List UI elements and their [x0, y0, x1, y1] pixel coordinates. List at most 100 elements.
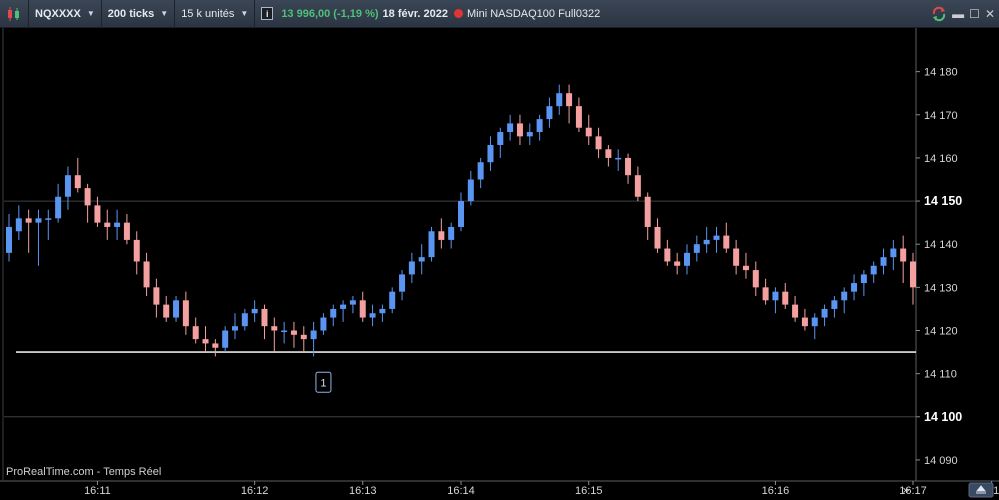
ticks-label: 200 ticks — [107, 7, 155, 20]
minimize-icon[interactable]: ▬ — [952, 7, 964, 21]
candle-body — [408, 261, 415, 275]
candle-body — [241, 313, 248, 327]
candle-body — [674, 261, 681, 266]
candle-body — [182, 300, 189, 327]
candle-body — [556, 93, 563, 107]
pattern-label: 1 — [315, 371, 332, 393]
candle-body — [114, 222, 121, 227]
time-tick-label: 16:12 — [241, 485, 269, 497]
candle-up — [428, 226, 435, 262]
candle-body — [202, 339, 209, 344]
scroll-right-icon[interactable]: » — [902, 483, 909, 497]
candle-body — [595, 136, 602, 150]
candle-body — [644, 196, 651, 227]
candle-body — [585, 127, 592, 137]
candle-body — [910, 261, 916, 288]
data-source-label: ProRealTime.com - Temps Réel — [6, 466, 162, 478]
ticks-selector[interactable]: 200 ticks ▼ — [102, 0, 176, 28]
candle-body — [860, 274, 867, 284]
candle-body — [654, 226, 661, 249]
candle-body — [310, 330, 317, 340]
chevron-down-icon: ▼ — [86, 9, 95, 18]
candle-body — [251, 308, 258, 314]
candle-body — [428, 231, 435, 258]
candle-body — [359, 300, 366, 318]
candle-body — [566, 93, 573, 107]
price-tick-label: 14 090 — [924, 455, 958, 467]
candle-body — [349, 300, 356, 305]
symbol-selector[interactable]: NQXXXX ▼ — [29, 0, 102, 28]
candle-body — [458, 201, 464, 227]
chevron-down-icon: ▼ — [240, 9, 249, 18]
candle-body — [192, 326, 199, 340]
candle-body — [320, 317, 327, 331]
candle-body — [173, 300, 180, 318]
candle-body — [232, 326, 238, 331]
candle-body — [25, 218, 32, 223]
candle-body — [792, 304, 799, 318]
scroll-up-icon[interactable] — [968, 482, 994, 498]
candle-body — [300, 334, 307, 340]
last-quote: 13 996,00 (-1,19 %) — [281, 7, 379, 20]
candle-body — [399, 274, 406, 292]
candle-body — [762, 287, 769, 301]
price-tick-label: 14 100 — [924, 410, 962, 424]
candle-body — [477, 162, 484, 180]
candle-body — [733, 248, 740, 266]
candle-body — [890, 248, 897, 258]
candle-body — [448, 226, 455, 240]
close-icon[interactable]: ✕ — [985, 7, 995, 21]
candle-body — [526, 132, 533, 137]
chart-background — [0, 28, 999, 500]
pattern-label-text: 1 — [320, 377, 326, 389]
price-tick-label: 14 150 — [924, 194, 962, 208]
candle-body — [438, 231, 445, 240]
candle-body — [575, 106, 582, 128]
candlestick-icon — [8, 6, 19, 21]
status-dot-icon — [454, 9, 463, 18]
candle-body — [831, 300, 838, 309]
symbol-label: NQXXXX — [35, 7, 81, 20]
candle-body — [487, 144, 494, 163]
time-tick-label: 16:14 — [447, 485, 475, 497]
price-tick-label: 14 130 — [924, 282, 958, 294]
refresh-icon[interactable] — [931, 6, 947, 22]
time-tick-label: 16:11 — [84, 485, 111, 497]
candle-body — [163, 304, 170, 318]
info-icon[interactable]: i — [261, 7, 274, 20]
candle-body — [330, 308, 337, 318]
candle-body — [811, 317, 818, 327]
price-tick-label: 14 110 — [924, 369, 957, 381]
price-chart[interactable]: 12 14 09014 10014 11014 12014 13014 1401… — [0, 28, 999, 500]
candle-body — [870, 265, 877, 275]
candle-body — [45, 218, 52, 220]
candle-body — [713, 235, 720, 240]
candle-body — [64, 175, 71, 197]
chart-toolbar: NQXXXX ▼ 200 ticks ▼ 15 k unités ▼ i 13 … — [0, 0, 999, 28]
candle-body — [290, 330, 297, 335]
chevron-down-icon: ▼ — [160, 9, 169, 18]
units-selector[interactable]: 15 k unités ▼ — [175, 0, 256, 28]
candle-body — [821, 308, 828, 318]
price-tick-label: 14 160 — [924, 153, 958, 165]
candle-body — [693, 244, 700, 253]
candle-body — [801, 317, 808, 327]
price-tick-label: 14 170 — [924, 110, 958, 122]
quote-date: 18 févr. 2022 — [382, 7, 448, 20]
candle-body — [35, 218, 42, 223]
candle-body — [340, 304, 347, 309]
chart-type-button[interactable] — [0, 0, 29, 28]
price-tick-label: 14 140 — [924, 239, 958, 251]
candle-body — [104, 222, 111, 227]
window-controls: ▬ ☐ ✕ — [931, 0, 995, 28]
maximize-icon[interactable]: ☐ — [969, 7, 980, 21]
candle-body — [664, 248, 671, 262]
candle-body — [772, 291, 779, 301]
candle-body — [123, 222, 130, 240]
candle-body — [900, 248, 907, 262]
candle-body — [782, 291, 789, 305]
time-tick-label: 16:15 — [575, 485, 603, 497]
quote-bar: i 13 996,00 (-1,19 %) 18 févr. 2022 Mini… — [255, 0, 606, 28]
candle-body — [55, 196, 62, 219]
candle-body — [74, 175, 81, 189]
